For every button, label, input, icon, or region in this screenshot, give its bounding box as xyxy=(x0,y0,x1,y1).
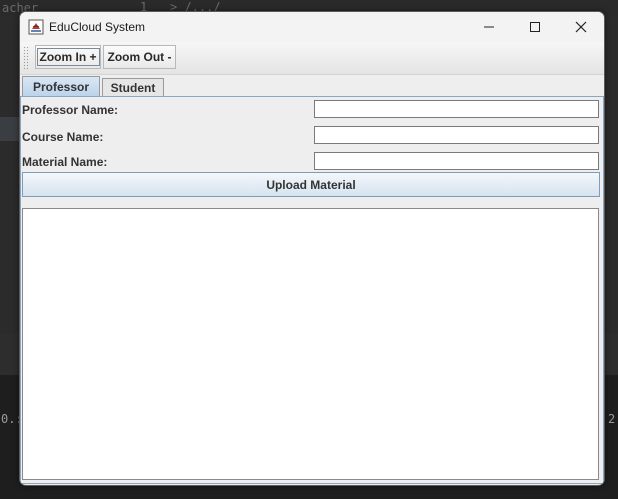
toolbar-grip-handle[interactable] xyxy=(23,46,30,70)
output-text-area[interactable] xyxy=(22,208,599,480)
tab-student[interactable]: Student xyxy=(102,78,164,96)
course-name-field[interactable] xyxy=(314,126,599,144)
professor-name-field[interactable] xyxy=(314,100,599,118)
material-name-label: Material Name: xyxy=(22,155,108,169)
minimize-icon xyxy=(484,26,494,28)
close-button[interactable] xyxy=(558,12,604,42)
course-name-label: Course Name: xyxy=(22,130,104,144)
zoom-in-label: Zoom In + xyxy=(36,48,100,66)
zoom-out-button[interactable]: Zoom Out - xyxy=(103,45,176,69)
tab-bar: Professor Student xyxy=(20,76,604,96)
maximize-button[interactable] xyxy=(512,12,558,42)
zoom-in-button[interactable]: Zoom In + xyxy=(35,45,101,69)
upload-material-label: Upload Material xyxy=(266,177,356,192)
professor-name-label: Professor Name: xyxy=(22,103,119,117)
close-icon xyxy=(575,21,587,33)
java-cup-icon xyxy=(28,19,44,35)
toolbar: Zoom In + Zoom Out - xyxy=(20,42,604,75)
maximize-icon xyxy=(530,22,540,32)
upload-material-button[interactable]: Upload Material xyxy=(22,172,600,197)
educloud-window: EduCloud System Zoom In + Zoom Out - Pro… xyxy=(19,11,605,486)
zoom-out-label: Zoom Out - xyxy=(107,50,172,64)
window-title: EduCloud System xyxy=(49,20,146,34)
tab-professor[interactable]: Professor xyxy=(22,76,100,96)
background-terminal-text-right: 2 xyxy=(608,412,616,426)
title-bar[interactable]: EduCloud System xyxy=(20,12,604,42)
professor-panel: Professor Name: Course Name: Material Na… xyxy=(20,96,604,484)
tab-professor-label: Professor xyxy=(32,79,90,94)
minimize-button[interactable] xyxy=(466,12,512,42)
tab-student-label: Student xyxy=(110,80,156,95)
material-name-field[interactable] xyxy=(314,152,599,170)
